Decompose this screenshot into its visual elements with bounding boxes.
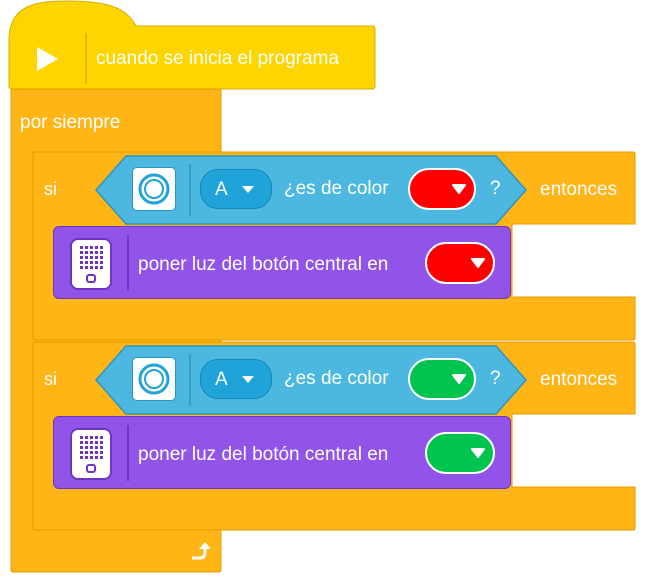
color-picker[interactable] — [408, 358, 476, 400]
chevron-down-icon — [471, 448, 485, 458]
chevron-down-icon — [452, 374, 466, 384]
then-label: entonces — [540, 369, 618, 390]
event-block-shape — [8, 0, 376, 90]
chevron-down-icon — [471, 258, 485, 268]
port-dropdown[interactable]: A — [200, 169, 272, 209]
action-label: poner luz del botón central en — [138, 444, 389, 465]
forever-block-label: por siempre — [20, 112, 121, 133]
port-dropdown[interactable]: A — [200, 359, 272, 399]
light-color-picker[interactable] — [425, 242, 495, 284]
if-label: si — [44, 179, 57, 199]
if-label: si — [44, 369, 57, 389]
event-block[interactable]: cuando se inicia el programa — [8, 0, 376, 90]
port-label: A — [215, 369, 228, 390]
hub-matrix — [80, 246, 103, 269]
light-color-picker[interactable] — [425, 432, 495, 474]
chevron-down-icon — [452, 184, 466, 194]
port-label: A — [215, 179, 228, 200]
color-picker[interactable] — [408, 168, 476, 210]
question-mark: ? — [490, 368, 501, 389]
condition-question: ¿es de color — [284, 178, 389, 199]
divider — [127, 235, 129, 291]
condition-question: ¿es de color — [284, 368, 389, 389]
set-center-light-block[interactable]: poner luz del botón central en — [53, 226, 511, 299]
hub-button — [86, 274, 96, 283]
chevron-down-icon — [242, 186, 254, 193]
hub-icon — [70, 238, 112, 290]
loop-arrow-icon — [192, 542, 210, 560]
color-sensor-icon — [132, 167, 176, 211]
question-mark: ? — [490, 178, 501, 199]
play-icon[interactable] — [34, 46, 60, 72]
color-condition-block[interactable]: A ¿es de color ? — [94, 344, 528, 416]
hub-matrix — [80, 436, 103, 459]
color-sensor-icon — [132, 357, 176, 401]
set-center-light-block[interactable]: poner luz del botón central en — [53, 416, 511, 489]
event-block-label: cuando se inicia el programa — [96, 48, 339, 69]
chevron-down-icon — [242, 376, 254, 383]
color-condition-block[interactable]: A ¿es de color ? — [94, 154, 528, 226]
hub-button — [86, 464, 96, 473]
divider — [127, 425, 129, 481]
action-label: poner luz del botón central en — [138, 254, 389, 275]
then-label: entonces — [540, 179, 618, 200]
hub-icon — [70, 428, 112, 480]
